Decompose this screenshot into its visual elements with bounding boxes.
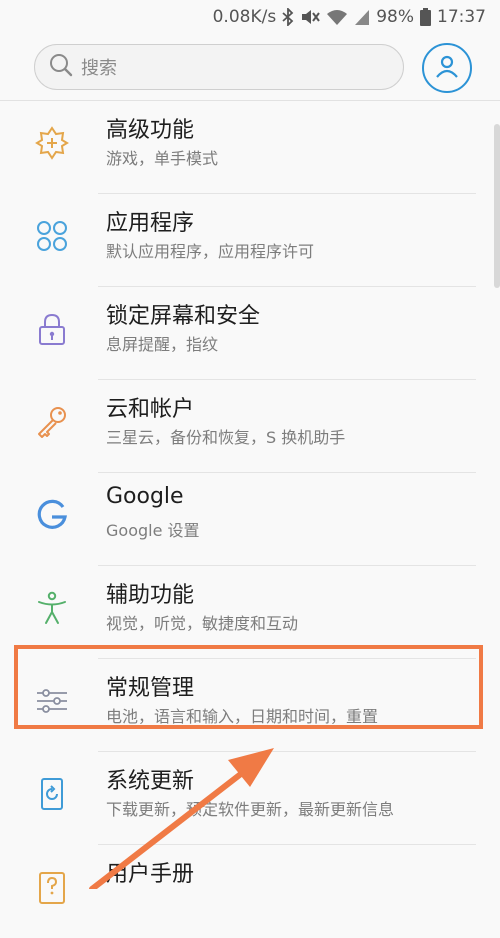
annotation-arrow (89, 748, 274, 889)
